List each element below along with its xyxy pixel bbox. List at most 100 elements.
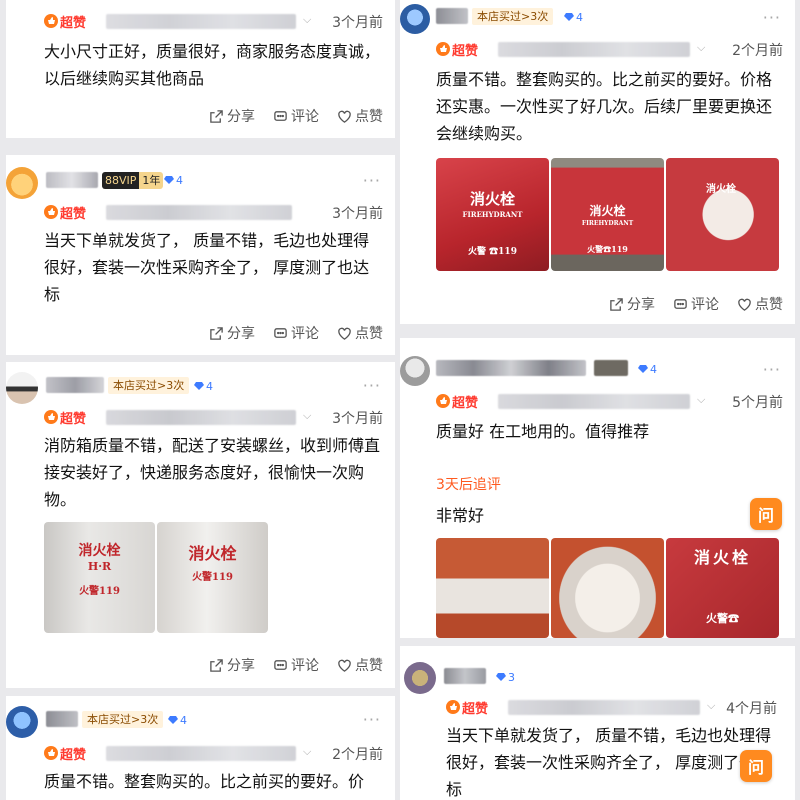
member-level: 3 — [496, 669, 515, 685]
more-dots-icon[interactable]: ··· — [763, 10, 781, 26]
review-date: 2个月前 — [732, 43, 783, 59]
heart-icon — [338, 659, 351, 672]
review-photo[interactable]: 消火栓 — [666, 158, 779, 271]
chevron-down-icon[interactable]: ⌵ — [707, 699, 715, 713]
diamond-icon — [194, 382, 204, 390]
share-button[interactable]: 分享 — [209, 106, 255, 126]
share-button[interactable]: 分享 — [609, 294, 655, 314]
username[interactable] — [436, 360, 586, 376]
chevron-down-icon[interactable]: ⌵ — [303, 745, 311, 759]
username[interactable] — [436, 8, 468, 24]
more-dots-icon[interactable]: ··· — [763, 362, 781, 378]
member-level: 4 — [638, 361, 657, 377]
repeat-buyer-tag: 本店买过>3次 — [472, 8, 554, 25]
review-text: 质量好 在工地用的。值得推荐 — [436, 422, 650, 441]
comment-button[interactable]: 评论 — [673, 294, 719, 314]
user-tag — [594, 360, 628, 376]
review-photo[interactable]: 消火栓 火警119 — [157, 522, 268, 633]
username[interactable] — [46, 711, 78, 727]
more-dots-icon[interactable]: ··· — [363, 378, 381, 394]
review-card: 本店买过>3次 4 ··· 超赞 ⌵ 3个月前 消防箱质量不错，配送了安装螺丝，… — [6, 362, 395, 688]
heart-icon — [338, 110, 351, 123]
diamond-icon — [168, 716, 178, 724]
review-card: 超赞 ⌵ 3个月前 大小尺寸正好，质量很好，商家服务态度真诚，以后继续购买其他商… — [6, 0, 395, 138]
diamond-icon — [164, 176, 174, 184]
like-button[interactable]: 点赞 — [337, 655, 383, 675]
ask-button[interactable]: 问 — [740, 750, 772, 782]
review-date: 4个月前 — [726, 701, 777, 717]
share-button[interactable]: 分享 — [209, 655, 255, 675]
member-level: 4 — [164, 172, 183, 188]
diamond-icon — [564, 13, 574, 21]
heart-icon — [738, 298, 751, 311]
username[interactable] — [46, 377, 104, 393]
more-dots-icon[interactable]: ··· — [363, 712, 381, 728]
sku-variant-info[interactable] — [498, 42, 690, 57]
review-photo[interactable]: 消火栓 H·R 火警119 — [44, 522, 155, 633]
comment-button[interactable]: 评论 — [273, 655, 319, 675]
avatar[interactable] — [400, 4, 430, 34]
like-button[interactable]: 点赞 — [737, 294, 783, 314]
avatar[interactable] — [6, 167, 38, 199]
username[interactable] — [444, 668, 486, 684]
review-column-left: 超赞 ⌵ 3个月前 大小尺寸正好，质量很好，商家服务态度真诚，以后继续购买其他商… — [6, 0, 395, 800]
thumbs-up-icon — [44, 205, 58, 219]
review-text: 质量不错。整套购买的。比之前买的要好。价格还实惠。一次性买了好几次。后续厂里要更… — [436, 70, 773, 143]
comment-button[interactable]: 评论 — [273, 106, 319, 126]
sku-variant-info[interactable] — [106, 14, 296, 29]
thumbs-up-icon — [436, 394, 450, 408]
review-text: 大小尺寸正好，质量很好，商家服务态度真诚，以后继续购买其他商品 — [44, 42, 381, 88]
heart-icon — [338, 327, 351, 340]
diamond-icon — [496, 673, 506, 681]
review-card: 88VIP 1年 4 ··· 超赞 3个月前 当天下单就发货了， 质量不错，毛边也… — [6, 155, 395, 355]
sku-variant-info[interactable] — [106, 410, 296, 425]
super-like-badge: 超赞 — [44, 12, 86, 31]
avatar[interactable] — [6, 372, 38, 404]
sku-variant-info[interactable] — [106, 746, 296, 761]
review-photo[interactable]: 消火栓 FIREHYDRANT 火警☎119 — [551, 158, 664, 271]
review-photo[interactable]: 消火栓 FIREHYDRANT 火警 ☎119 — [436, 158, 549, 271]
review-card: 本店买过>3次 4 ··· 超赞 ⌵ 2个月前 质量不错。整套购买的。比之前买的… — [6, 696, 395, 800]
avatar[interactable] — [404, 662, 436, 694]
like-button[interactable]: 点赞 — [337, 106, 383, 126]
sku-variant-info[interactable] — [498, 394, 690, 409]
chevron-down-icon[interactable]: ⌵ — [303, 409, 311, 423]
followup-text: 非常好 — [436, 506, 485, 525]
thumbs-up-icon — [44, 746, 58, 760]
comment-button[interactable]: 评论 — [273, 323, 319, 343]
review-date: 5个月前 — [732, 395, 783, 411]
thumbs-up-icon — [44, 14, 58, 28]
review-actions: 分享 评论 点赞 — [209, 106, 383, 126]
vip-badge: 88VIP 1年 — [102, 172, 164, 189]
review-photo[interactable] — [551, 538, 664, 638]
chevron-down-icon[interactable]: ⌵ — [697, 393, 705, 407]
username[interactable] — [46, 172, 98, 188]
repeat-buyer-tag: 本店买过>3次 — [82, 711, 164, 728]
super-like-badge: 超赞 — [446, 698, 488, 717]
sku-variant-info[interactable] — [508, 700, 700, 715]
comment-icon — [674, 298, 687, 309]
review-card: 3 超赞 ⌵ 4个月前 当天下单就发货了， 质量不错，毛边也处理得很好，套装一次… — [400, 646, 795, 800]
super-like-badge: 超赞 — [44, 744, 86, 763]
chevron-down-icon[interactable]: ⌵ — [697, 41, 705, 55]
super-like-badge: 超赞 — [44, 203, 86, 222]
avatar[interactable] — [6, 706, 38, 738]
review-column-right: 本店买过>3次 4 ··· 超赞 ⌵ 2个月前 质量不错。整套购买的。比之前买的… — [400, 0, 795, 800]
more-dots-icon[interactable]: ··· — [363, 173, 381, 189]
like-button[interactable]: 点赞 — [337, 323, 383, 343]
thumbs-up-icon — [446, 700, 460, 714]
comment-icon — [274, 110, 287, 121]
ask-button[interactable]: 问 — [750, 498, 782, 530]
review-photo[interactable]: 消火栓 火警☎ — [666, 538, 779, 638]
review-date: 3个月前 — [332, 411, 383, 427]
avatar[interactable] — [400, 356, 430, 386]
review-date: 3个月前 — [332, 15, 383, 31]
review-actions: 分享 评论 点赞 — [209, 655, 383, 675]
chevron-down-icon[interactable]: ⌵ — [303, 13, 311, 27]
review-photo[interactable] — [436, 538, 549, 638]
share-button[interactable]: 分享 — [209, 323, 255, 343]
share-icon — [210, 326, 223, 340]
member-level: 4 — [168, 712, 187, 728]
review-date: 3个月前 — [332, 206, 383, 222]
sku-variant-info[interactable] — [106, 205, 292, 220]
